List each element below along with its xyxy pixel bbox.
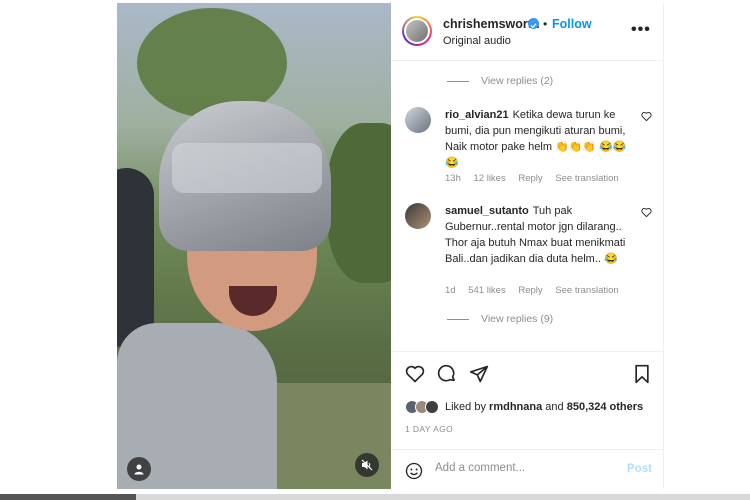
comment-icon[interactable] bbox=[437, 364, 457, 384]
scrollbar-thumb[interactable] bbox=[0, 494, 136, 500]
follow-button[interactable]: Follow bbox=[552, 17, 592, 31]
avatar[interactable] bbox=[405, 203, 431, 229]
avatar bbox=[425, 400, 439, 414]
likes-count[interactable]: 850,324 others bbox=[567, 401, 643, 413]
heart-icon[interactable] bbox=[641, 207, 652, 218]
post-actions: Liked by rmdhnana and 850,324 others 1 D… bbox=[391, 351, 664, 459]
reply-button[interactable]: Reply bbox=[518, 173, 542, 184]
comment-likes[interactable]: 12 likes bbox=[474, 173, 506, 184]
comment-text: samuel_sutanto Tuh pak Gubernur..rental m… bbox=[445, 205, 626, 265]
audio-label[interactable]: Original audio bbox=[443, 35, 511, 47]
view-replies-link[interactable]: View replies (9) bbox=[447, 313, 553, 325]
bookmark-icon[interactable] bbox=[633, 364, 651, 384]
comments-list[interactable]: View replies (2) rio_alvian21 Ketika dewa… bbox=[391, 61, 664, 351]
post-header: chrishemsworth • Follow Original audio •… bbox=[391, 3, 664, 61]
liker-username[interactable]: rmdhnana bbox=[489, 401, 542, 413]
comment-likes[interactable]: 541 likes bbox=[468, 285, 506, 296]
see-translation-link[interactable]: See translation bbox=[555, 173, 618, 184]
comment-username[interactable]: samuel_sutanto bbox=[445, 205, 529, 217]
comment-input[interactable] bbox=[435, 462, 615, 474]
page-scrollbar[interactable] bbox=[0, 494, 750, 500]
post-button[interactable]: Post bbox=[627, 463, 652, 475]
rider-silhouette bbox=[117, 168, 154, 348]
verified-badge-icon bbox=[528, 18, 539, 29]
avatar[interactable] bbox=[405, 107, 431, 133]
liker-avatars bbox=[405, 400, 439, 414]
more-options-icon[interactable]: ••• bbox=[631, 21, 651, 39]
muted-speaker-icon bbox=[361, 459, 373, 471]
helmet-visor bbox=[172, 143, 322, 193]
avatar bbox=[406, 20, 428, 42]
post-timestamp[interactable]: 1 DAY AGO bbox=[405, 424, 453, 434]
user-tag-icon bbox=[134, 464, 144, 475]
heart-icon[interactable] bbox=[405, 364, 425, 384]
comment-text: rio_alvian21 Ketika dewa turun ke bumi, d… bbox=[445, 109, 627, 169]
mute-button[interactable] bbox=[355, 453, 379, 477]
comment-username[interactable]: rio_alvian21 bbox=[445, 109, 509, 121]
story-ring[interactable] bbox=[402, 16, 432, 46]
heart-icon[interactable] bbox=[641, 111, 652, 122]
add-comment-bar: Post bbox=[391, 449, 664, 489]
comment-time: 1d bbox=[445, 285, 456, 296]
comment-time: 13h bbox=[445, 173, 461, 184]
reply-button[interactable]: Reply bbox=[518, 285, 542, 296]
comment-meta: 13h 12 likes Reply See translation bbox=[445, 173, 629, 184]
view-replies-link[interactable]: View replies (2) bbox=[447, 75, 553, 87]
user-tag-button[interactable] bbox=[127, 457, 151, 481]
smiley-icon[interactable] bbox=[405, 462, 423, 480]
see-translation-link[interactable]: See translation bbox=[555, 285, 618, 296]
author-username[interactable]: chrishemsworth bbox=[443, 17, 540, 31]
post-video[interactable] bbox=[117, 3, 391, 489]
post-panel: chrishemsworth • Follow Original audio •… bbox=[391, 3, 664, 489]
comment-meta: 1d 541 likes Reply See translation bbox=[445, 285, 629, 296]
separator-dot: • bbox=[543, 17, 548, 31]
tree-background bbox=[327, 123, 391, 283]
share-icon[interactable] bbox=[469, 364, 489, 384]
likes-summary: Liked by rmdhnana and 850,324 others bbox=[405, 400, 643, 414]
